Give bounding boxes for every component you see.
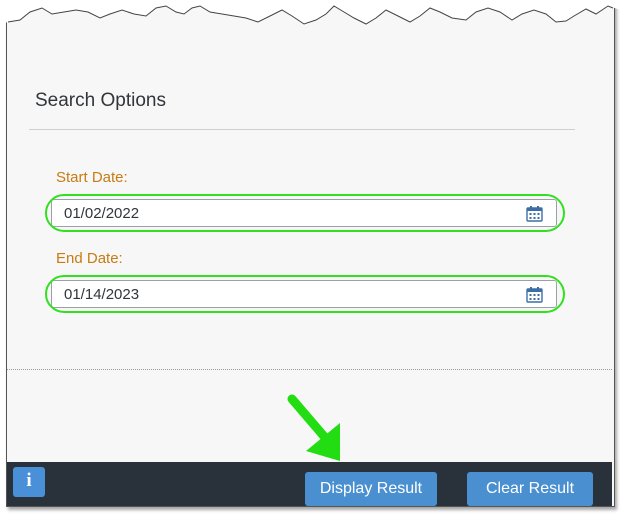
section-title: Search Options [35,90,166,111]
end-date-value: 01/14/2023 [64,286,140,303]
start-date-value: 01/02/2022 [64,205,140,222]
search-options-panel: Search Options Start Date: 01/02/2022 En… [7,40,612,370]
clear-result-button[interactable]: Clear Result [467,472,593,506]
end-date-field[interactable]: 01/14/2023 [51,280,557,308]
display-result-button[interactable]: Display Result [305,472,437,506]
start-date-label: Start Date: [56,169,128,186]
torn-edge [0,0,621,25]
info-button[interactable]: i [13,467,45,497]
green-arrow-icon [287,394,340,461]
start-date-field[interactable]: 01/02/2022 [51,199,557,227]
calendar-icon[interactable] [526,287,543,303]
calendar-icon[interactable] [526,206,543,222]
end-date-label: End Date: [56,250,123,267]
footer-bar: i Display Result Clear Result [7,462,612,506]
section-divider [29,129,575,130]
